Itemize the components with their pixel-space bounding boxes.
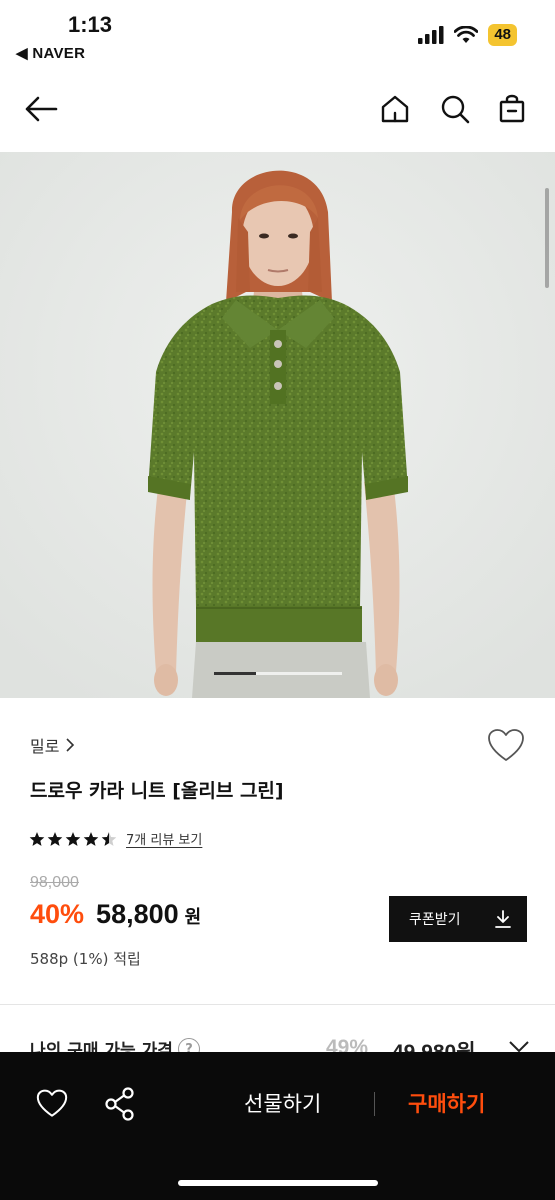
cart-button[interactable] (495, 92, 529, 126)
gift-button[interactable]: 선물하기 (244, 1088, 321, 1118)
image-pager (214, 672, 342, 675)
bottom-action-bar: 선물하기 구매하기 (0, 1052, 555, 1200)
back-triangle-icon: ◀ (16, 45, 33, 62)
sale-price: 58,800 (96, 899, 179, 929)
chevron-right-icon (66, 738, 75, 752)
status-time: 1:13 (68, 12, 113, 37)
star-icon (29, 831, 45, 846)
original-price: 98,000 (30, 874, 79, 891)
heart-icon (488, 729, 524, 761)
price-row: 40% 58,800 원 (30, 899, 201, 930)
product-title: 드로우 카라 니트 [올리브 그린] (30, 780, 284, 802)
star-icon (83, 831, 99, 846)
back-button[interactable] (24, 92, 58, 126)
search-icon (441, 95, 470, 124)
status-bar: 1:13 ◀ NAVER 48 (0, 0, 555, 70)
shopping-bag-icon (499, 94, 525, 123)
search-button[interactable] (438, 92, 472, 126)
share-button[interactable] (100, 1084, 140, 1124)
back-arrow-icon (25, 96, 58, 122)
status-indicators: 48 (418, 24, 517, 46)
brand-link[interactable]: 밀로 (30, 733, 75, 757)
battery-indicator: 48 (488, 24, 517, 46)
image-scrollbar[interactable] (545, 188, 549, 288)
rating-row: 7개 리뷰 보기 (28, 829, 202, 848)
star-icon (47, 831, 63, 846)
wifi-icon (454, 26, 479, 43)
reward-points: 588p (1%) 적립 (30, 950, 141, 968)
discount-rate: 40% (30, 899, 85, 929)
back-app-label: NAVER (32, 45, 86, 62)
wishlist-button[interactable] (487, 728, 525, 764)
coupon-button-label: 쿠폰받기 (409, 912, 461, 928)
brand-name: 밀로 (30, 737, 60, 756)
home-indicator (178, 1180, 378, 1186)
download-icon (495, 910, 511, 928)
star-icon (101, 831, 117, 846)
coupon-button[interactable]: 쿠폰받기 (389, 896, 527, 942)
heart-icon (36, 1089, 68, 1117)
bottom-wishlist-button[interactable] (32, 1084, 72, 1124)
home-icon (381, 95, 409, 123)
currency-unit: 원 (184, 907, 202, 928)
rating-stars (28, 831, 118, 847)
signal-icon (418, 26, 444, 44)
model-photo (0, 152, 555, 698)
review-link[interactable]: 7개 리뷰 보기 (126, 829, 202, 848)
bottom-bar-separator (374, 1092, 375, 1116)
home-button[interactable] (378, 92, 412, 126)
share-icon (105, 1087, 134, 1121)
back-to-app-link[interactable]: ◀ NAVER (16, 44, 85, 62)
star-icon (65, 831, 81, 846)
image-pager-active (214, 672, 256, 675)
buy-button[interactable]: 구매하기 (408, 1088, 485, 1118)
section-divider (0, 1004, 555, 1005)
product-image[interactable] (0, 152, 555, 698)
app-header (0, 80, 555, 140)
